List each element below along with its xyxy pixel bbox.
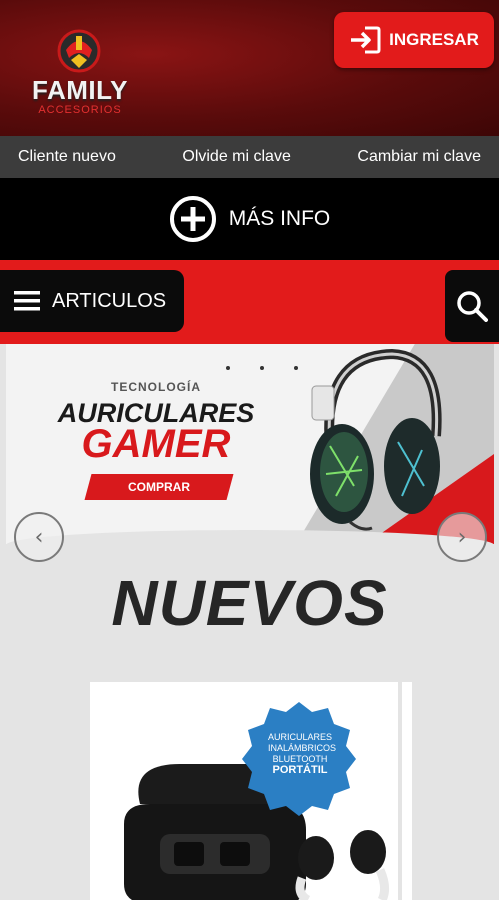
gaming-headset-image bbox=[310, 348, 442, 531]
change-password-link[interactable]: Cambiar mi clave bbox=[357, 148, 481, 166]
banner-kicker: TECNOLOGÍA bbox=[111, 380, 201, 394]
earbuds-image bbox=[295, 830, 390, 900]
more-info-label: MÁS INFO bbox=[228, 207, 331, 230]
search-icon bbox=[457, 291, 488, 322]
articles-menu-label: ARTICULOS bbox=[52, 289, 167, 312]
new-client-link[interactable]: Cliente nuevo bbox=[18, 148, 116, 166]
more-info-button[interactable]: MÁS INFO bbox=[0, 178, 499, 260]
product-badge-text: AURICULARES INALÁMBRICOS BLUETOOTH PORTÁ… bbox=[268, 732, 337, 776]
carousel-prev-button[interactable]: ‹ bbox=[14, 512, 64, 562]
articles-menu-button[interactable]: ARTICULOS bbox=[0, 270, 184, 332]
next-product-card-edge[interactable] bbox=[402, 682, 412, 900]
plus-circle-icon bbox=[169, 196, 216, 242]
banner-buy-button[interactable]: COMPRAR bbox=[84, 474, 234, 500]
chevron-right-icon: › bbox=[457, 524, 467, 550]
logo-name: FAMILY bbox=[32, 75, 128, 105]
header: FAMILY ACCESORIOS INGRESAR bbox=[0, 0, 499, 136]
carousel-dots bbox=[226, 366, 298, 370]
chevron-left-icon: ‹ bbox=[34, 524, 44, 550]
login-arrow-icon bbox=[351, 26, 381, 54]
promo-banner[interactable]: TECNOLOGÍA AURICULARES GAMER COMPRAR bbox=[6, 344, 494, 544]
login-label: INGRESAR bbox=[389, 30, 479, 49]
forgot-password-link[interactable]: Olvide mi clave bbox=[182, 148, 290, 166]
section-title: NUEVOS bbox=[111, 567, 388, 639]
logo-emblem-icon bbox=[57, 29, 101, 73]
account-nav: Cliente nuevo Olvide mi clave Cambiar mi… bbox=[0, 136, 499, 178]
carousel-next-button[interactable]: › bbox=[437, 512, 487, 562]
search-button[interactable] bbox=[445, 270, 499, 342]
banner-buy-label: COMPRAR bbox=[128, 480, 190, 494]
hamburger-icon bbox=[14, 291, 40, 311]
page: FAMILY ACCESORIOS INGRESAR Cliente nuevo… bbox=[0, 0, 499, 900]
logo[interactable]: FAMILY ACCESORIOS bbox=[18, 26, 142, 120]
banner-title-accent: GAMER bbox=[81, 422, 231, 466]
logo-subtitle: ACCESORIOS bbox=[38, 104, 122, 116]
login-button[interactable]: INGRESAR bbox=[334, 12, 494, 68]
product-card[interactable]: AURICULARES INALÁMBRICOS BLUETOOTH PORTÁ… bbox=[90, 682, 398, 900]
category-bar: ARTICULOS bbox=[0, 260, 499, 344]
